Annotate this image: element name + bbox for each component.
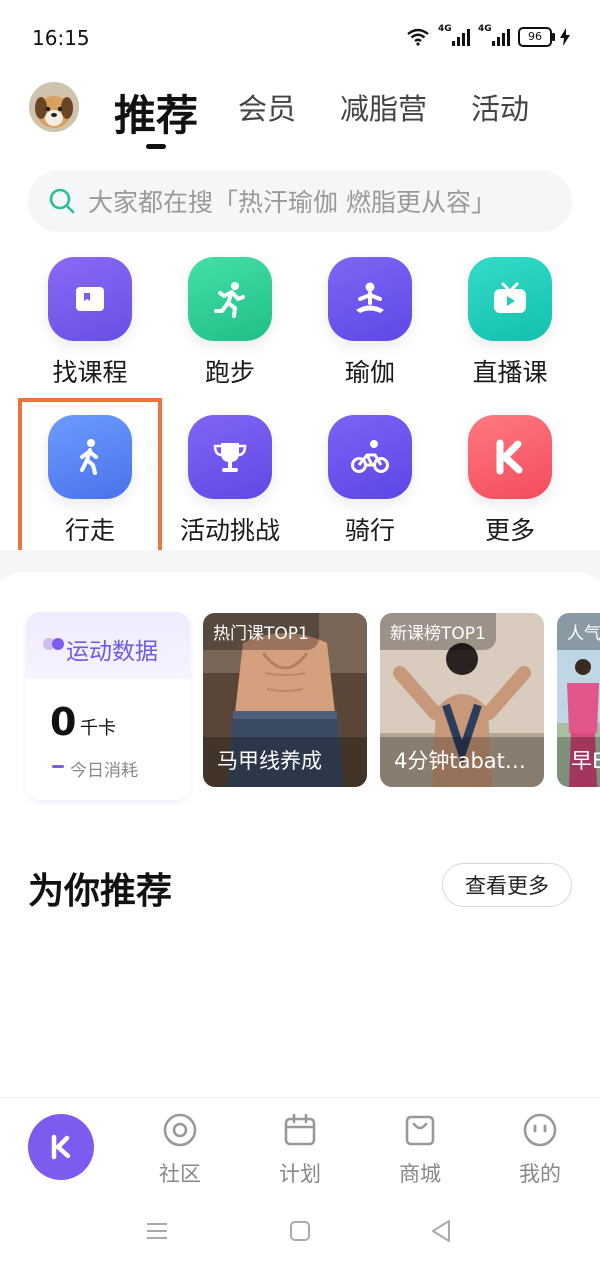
back-icon[interactable] — [430, 1219, 452, 1243]
calories-unit: 千卡 — [80, 718, 116, 739]
grid-item-running[interactable]: 跑步 — [160, 257, 300, 397]
activity-data-title: 运动数据 — [66, 639, 158, 665]
dog-avatar-icon — [29, 82, 79, 132]
menu-icon[interactable] — [146, 1221, 168, 1241]
keep-logo-icon — [51, 1134, 71, 1160]
course-card-icon — [48, 257, 132, 341]
status-icons: 4G 4G 96 — [406, 24, 570, 50]
grid-item-cycling[interactable]: 骑行 — [300, 415, 440, 555]
trophy-icon — [188, 415, 272, 499]
calories-value: 0 — [50, 700, 77, 744]
nav-label: 计划 — [279, 1162, 321, 1186]
tab-activity[interactable]: 活动 — [471, 86, 529, 128]
nav-label: 社区 — [159, 1162, 201, 1186]
home-square-icon[interactable] — [289, 1220, 311, 1242]
status-bar: 16:15 4G 4G 96 — [0, 0, 600, 74]
signal-icon: 4G — [438, 24, 470, 46]
grid-label: 直播课 — [472, 358, 548, 387]
grid-item-live-class[interactable]: 直播课 — [440, 257, 580, 397]
selection-highlight — [18, 398, 162, 556]
course-tag: 新课榜TOP1 — [380, 613, 496, 650]
nav-plan[interactable]: 计划 — [260, 1112, 340, 1188]
battery-icon: 96 — [518, 27, 555, 47]
recommend-title: 为你推荐 — [28, 871, 173, 912]
status-time: 16:15 — [32, 26, 90, 50]
cycling-icon — [328, 415, 412, 499]
search-input[interactable]: 大家都在搜「热汗瑜伽 燃脂更从容」 — [28, 170, 572, 232]
grid-label: 更多 — [484, 516, 535, 545]
grid-item-find-course[interactable]: 找课程 — [20, 257, 160, 397]
calendar-icon — [284, 1113, 316, 1146]
tv-live-icon — [468, 257, 552, 341]
nav-community[interactable]: 社区 — [140, 1112, 220, 1188]
wifi-icon — [407, 28, 429, 46]
grid-item-yoga[interactable]: 瑜伽 — [300, 257, 440, 397]
sub-indicator — [52, 765, 64, 768]
nav-profile[interactable]: 我的 — [500, 1112, 580, 1188]
shopping-bag-icon — [405, 1115, 435, 1146]
course-title: 4分钟tabat… — [394, 749, 526, 773]
course-card-1[interactable]: 热门课TOP1 马甲线养成 — [203, 613, 367, 787]
grid-item-challenge[interactable]: 活动挑战 — [160, 415, 300, 555]
keep-logo-icon — [468, 415, 552, 499]
nav-store[interactable]: 商城 — [380, 1112, 460, 1188]
tab-recommend[interactable]: 推荐 — [114, 82, 198, 143]
home-button[interactable] — [28, 1114, 94, 1180]
tab-member[interactable]: 会员 — [238, 86, 296, 128]
course-title: 早E — [571, 749, 600, 773]
course-card-2[interactable]: 新课榜TOP1 4分钟tabat… — [380, 613, 544, 787]
nav-label: 商城 — [399, 1162, 441, 1186]
course-tag: 热门课TOP1 — [203, 613, 319, 650]
community-icon — [163, 1113, 197, 1147]
data-dots-icon — [43, 638, 64, 650]
search-placeholder: 大家都在搜「热汗瑜伽 燃脂更从容」 — [88, 188, 496, 217]
grid-label: 活动挑战 — [179, 516, 280, 545]
grid-label: 瑜伽 — [344, 358, 395, 387]
calories-subtitle: 今日消耗 — [70, 761, 138, 781]
course-title: 马甲线养成 — [217, 749, 322, 773]
view-more-button[interactable]: 查看更多 — [442, 863, 572, 907]
charging-icon — [560, 28, 570, 46]
tab-fat-loss-camp[interactable]: 减脂营 — [340, 86, 427, 128]
active-tab-indicator — [146, 144, 166, 149]
signal-icon-2: 4G — [478, 24, 510, 46]
grid-item-more[interactable]: 更多 — [440, 415, 580, 555]
grid-label: 找课程 — [52, 358, 128, 387]
avatar[interactable] — [29, 82, 79, 132]
grid-label: 骑行 — [344, 516, 395, 545]
nav-label: 我的 — [519, 1162, 561, 1186]
yoga-icon — [328, 257, 412, 341]
grid-label: 跑步 — [204, 358, 255, 387]
profile-face-icon — [523, 1113, 557, 1147]
running-icon — [188, 257, 272, 341]
system-nav-bar — [0, 1205, 600, 1266]
course-card-3[interactable]: 人气 早E — [557, 613, 600, 787]
search-icon — [49, 188, 75, 214]
course-tag: 人气 — [557, 613, 600, 650]
